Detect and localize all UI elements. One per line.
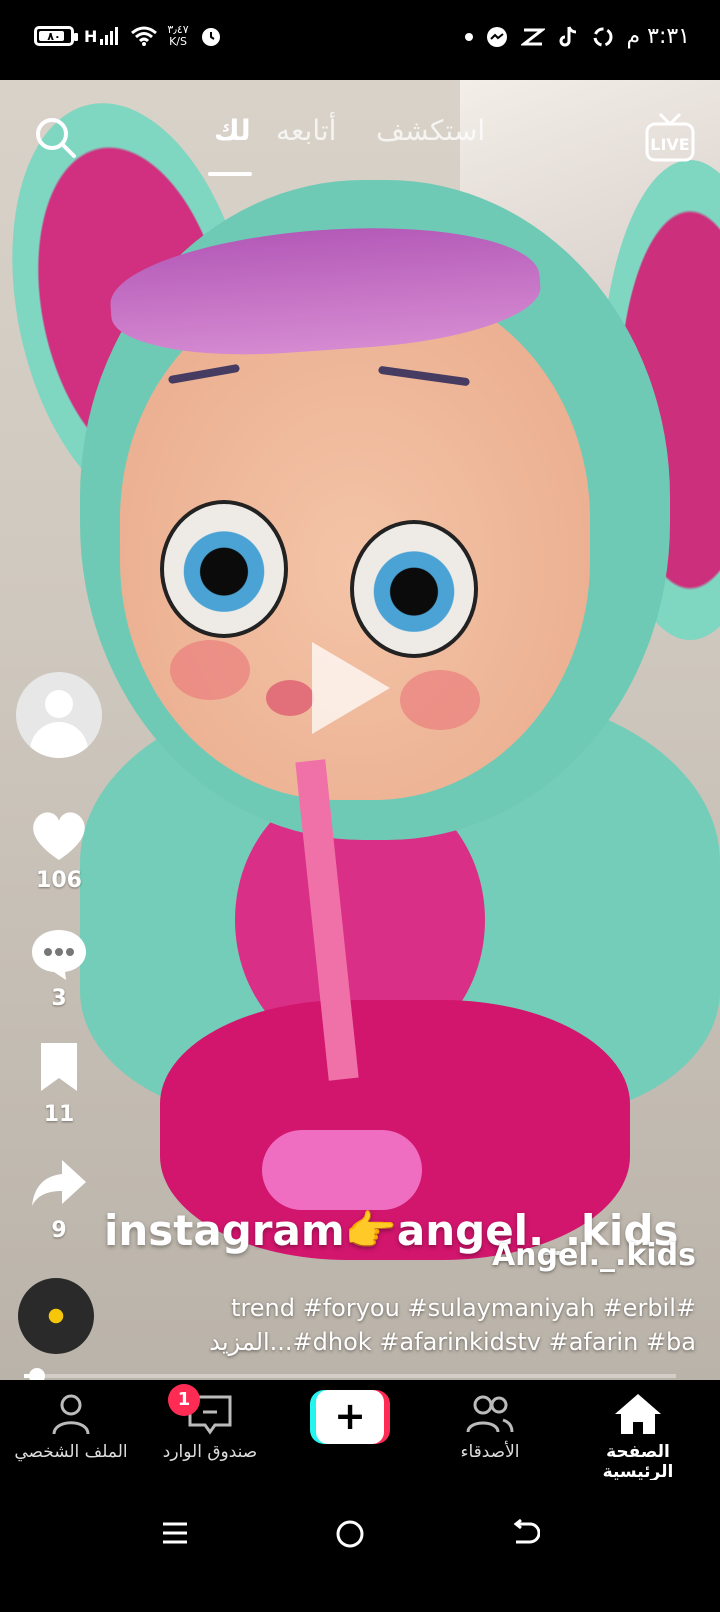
battery-level: ٨٠: [47, 29, 61, 43]
active-tab-indicator: [208, 172, 252, 176]
status-bar: ٨٠ H ٣٫٤٧ K/S ٣:٣١ م: [0, 0, 720, 80]
home-icon: [615, 1394, 661, 1434]
nav-profile-label: الملف الشخصي: [14, 1442, 128, 1462]
save-count: 11: [43, 1102, 75, 1127]
messenger-icon: [486, 26, 507, 47]
inbox-badge: 1: [168, 1384, 200, 1416]
nav-home-label: الصفحة الرئيسية: [602, 1442, 674, 1482]
wifi-icon: [131, 26, 158, 46]
nav-inbox-label: صندوق الوارد: [162, 1442, 258, 1462]
search-icon[interactable]: [32, 114, 78, 160]
caption-line-1: trend #foryou #sulaymaniyah #erbil#: [231, 1294, 696, 1322]
like-count: 106: [36, 868, 82, 893]
music-disc-icon[interactable]: [18, 1278, 94, 1354]
notification-dot-icon: [464, 32, 473, 41]
doll-pacifier: [262, 1130, 422, 1210]
nav-home[interactable]: الصفحة الرئيسية: [568, 1392, 708, 1482]
tab-for-you[interactable]: لك: [214, 114, 251, 147]
video-progress-bar[interactable]: [24, 1368, 676, 1384]
system-nav-bar: [0, 1480, 720, 1612]
doll-mouth: [266, 680, 314, 716]
capcut-icon: [520, 28, 545, 45]
play-icon[interactable]: [312, 642, 390, 734]
comment-icon[interactable]: [28, 926, 90, 982]
alarm-icon: [201, 28, 220, 46]
sync-icon: [593, 27, 612, 46]
live-icon[interactable]: LIVE: [644, 110, 696, 166]
doll-left-eye: [160, 500, 288, 638]
top-nav: استكشف أتابعه لك LIVE: [0, 110, 720, 176]
nav-profile[interactable]: الملف الشخصي: [8, 1392, 134, 1462]
network-speed: ٣٫٤٧ K/S: [167, 24, 188, 48]
doll-right-cheek: [400, 670, 480, 730]
caption-line-2[interactable]: المزيد...#dhok #afarinkidstv #afarin #ba: [136, 1328, 696, 1356]
nav-friends[interactable]: الأصدقاء: [450, 1392, 530, 1462]
tab-explore[interactable]: استكشف: [376, 114, 485, 147]
status-right: ٣:٣١ م: [464, 24, 691, 49]
like-icon[interactable]: [28, 808, 90, 864]
bottom-nav: الصفحة الرئيسية الأصدقاء + صندوق الوارد …: [0, 1380, 720, 1482]
signal-icon: [100, 27, 119, 45]
recents-icon[interactable]: [160, 1518, 190, 1548]
avatar-shoulders: [30, 722, 88, 758]
creator-username[interactable]: Angel._.kids: [492, 1238, 696, 1273]
avatar-head: [45, 690, 73, 718]
creator-avatar[interactable]: [16, 672, 102, 758]
doll-right-eye: [350, 520, 478, 658]
tiktok-icon: [559, 25, 576, 46]
share-count: 9: [51, 1218, 67, 1243]
home-circle-icon[interactable]: [334, 1518, 366, 1550]
comment-count: 3: [51, 986, 67, 1011]
nav-friends-label: الأصدقاء: [460, 1442, 520, 1462]
doll-left-cheek: [170, 640, 250, 700]
profile-icon: [52, 1394, 90, 1435]
plus-icon: +: [316, 1390, 384, 1444]
create-button[interactable]: +: [310, 1390, 390, 1444]
friends-icon: [466, 1395, 514, 1433]
speed-unit: K/S: [169, 35, 187, 48]
battery-icon: ٨٠: [34, 26, 78, 46]
clock: ٣:٣١ م: [626, 24, 691, 49]
network-type: H: [84, 26, 98, 46]
status-left: ٨٠ H ٣٫٤٧ K/S: [34, 24, 223, 48]
back-icon[interactable]: [510, 1518, 540, 1548]
share-icon[interactable]: [28, 1156, 90, 1212]
bookmark-icon[interactable]: [36, 1040, 82, 1094]
tab-following[interactable]: أتابعه: [276, 114, 336, 147]
live-label: LIVE: [650, 135, 689, 154]
